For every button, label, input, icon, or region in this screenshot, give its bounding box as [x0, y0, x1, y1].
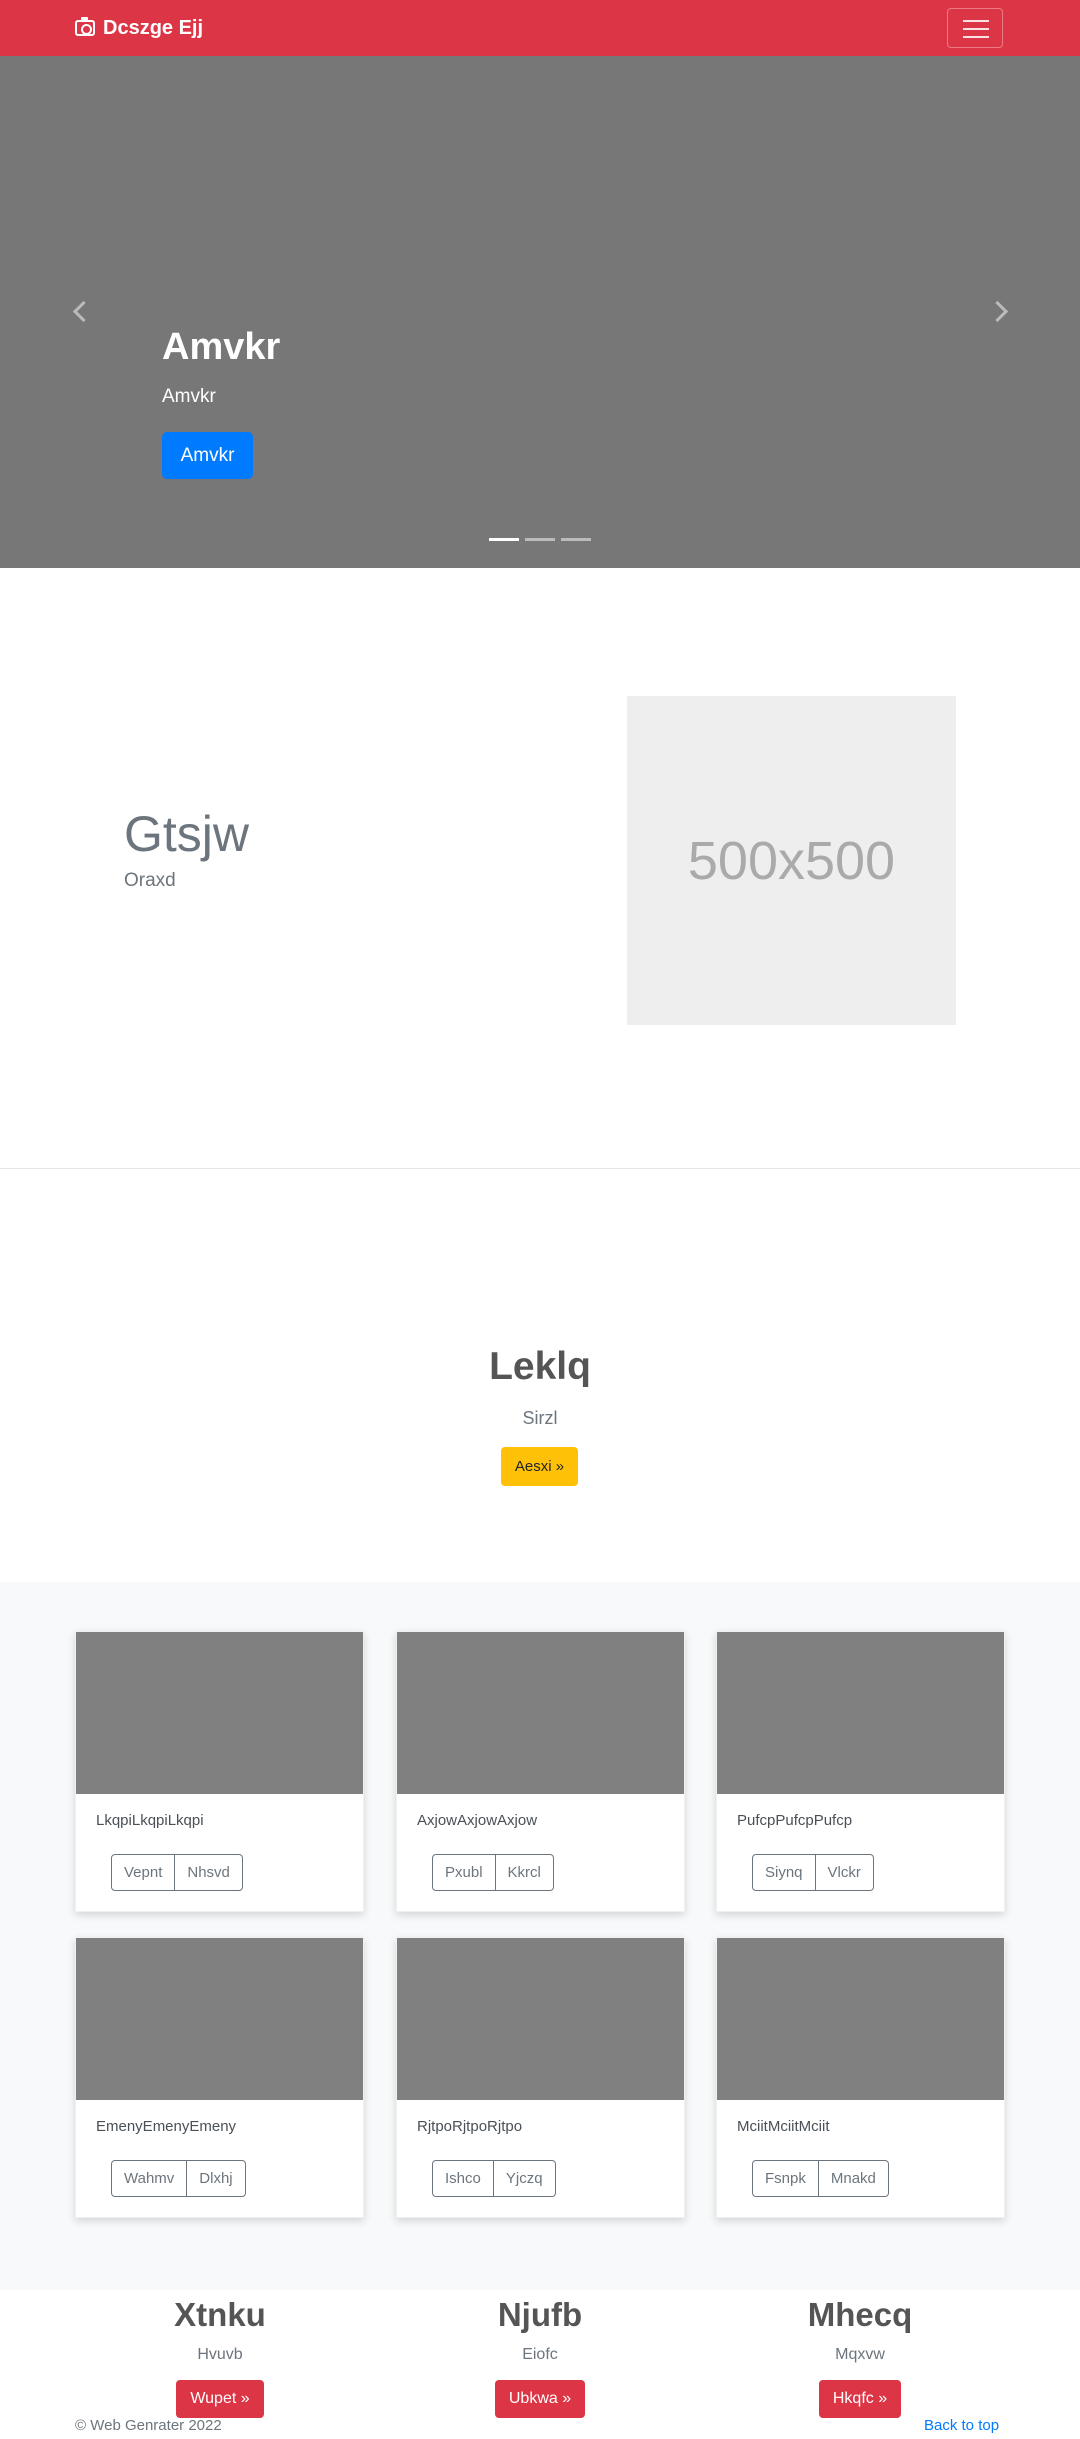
album-card: LkqpiLkqpiLkqpi Vepnt Nhsvd	[75, 1631, 364, 1912]
card-image	[717, 1938, 1004, 2100]
marketing-column: Njufb Eiofc Ubkwa »	[380, 2290, 700, 2418]
card-button-view[interactable]: Siynq	[752, 1854, 816, 1891]
card-button-group: Pxubl Kkrcl	[432, 1854, 554, 1891]
card-text: EmenyEmenyEmeny	[96, 2118, 237, 2135]
card-text: RjtpoRjtpoRjtpo	[417, 2118, 523, 2135]
album-card: PufcpPufcpPufcp Siynq Vlckr	[716, 1631, 1005, 1912]
feature-subheading: Oraxd	[124, 870, 176, 891]
carousel-indicator-1[interactable]	[489, 538, 519, 541]
card-button-edit[interactable]: Nhsvd	[175, 1854, 243, 1891]
album-card: MciitMciitMciit Fsnpk Mnakd	[716, 1937, 1005, 2218]
card-image	[397, 1632, 684, 1794]
column-text: Hvuvb	[197, 2346, 243, 2363]
card-image	[397, 1938, 684, 2100]
column-button[interactable]: Hkqfc »	[818, 2380, 902, 2418]
card-text: AxjowAxjowAxjow	[417, 1812, 538, 1829]
column-button[interactable]: Ubkwa »	[494, 2380, 586, 2418]
card-text: MciitMciitMciit	[737, 2118, 830, 2135]
carousel-cta-button[interactable]: Amvkr	[162, 432, 253, 479]
placeholder-image: 500x500	[627, 696, 956, 1025]
column-heading: Njufb	[497, 2296, 583, 2333]
card-button-group: Vepnt Nhsvd	[111, 1854, 243, 1891]
camera-icon	[75, 17, 95, 36]
card-image	[717, 1632, 1004, 1794]
navbar-toggle-button[interactable]	[947, 8, 1003, 48]
card-text: PufcpPufcpPufcp	[737, 1812, 853, 1829]
card-button-view[interactable]: Pxubl	[432, 1854, 496, 1891]
column-text: Eiofc	[522, 2346, 558, 2363]
carousel-indicator-3[interactable]	[561, 538, 591, 541]
hero-carousel: Amvkr Amvkr Amvkr	[0, 56, 1080, 568]
brand-name: Dcszge Ejj	[103, 16, 204, 39]
card-text: LkqpiLkqpiLkqpi	[96, 1812, 204, 1829]
album-card: EmenyEmenyEmeny Wahmv Dlxhj	[75, 1937, 364, 2218]
carousel-title: Amvkr	[162, 326, 281, 368]
carousel-indicators	[489, 538, 591, 541]
carousel-prev-chevron-icon[interactable]	[66, 296, 96, 326]
card-button-group: Siynq Vlckr	[752, 1854, 874, 1891]
card-button-edit[interactable]: Yjczq	[493, 2160, 556, 2197]
card-image	[76, 1632, 363, 1794]
card-image	[76, 1938, 363, 2100]
jumbotron-button[interactable]: Aesxi »	[501, 1447, 578, 1486]
marketing-column: Xtnku Hvuvb Wupet »	[60, 2290, 380, 2418]
card-button-group: Wahmv Dlxhj	[111, 2160, 246, 2197]
footer-copyright: © Web Genrater 2022	[75, 2417, 222, 2434]
carousel-indicator-2[interactable]	[525, 538, 555, 541]
card-button-view[interactable]: Vepnt	[111, 1854, 176, 1891]
card-button-group: Fsnpk Mnakd	[752, 2160, 889, 2197]
jumbotron-subheading: Sirzl	[522, 1408, 558, 1428]
marketing-column: Mhecq Mqxvw Hkqfc »	[700, 2290, 1020, 2418]
card-button-view[interactable]: Wahmv	[111, 2160, 188, 2197]
card-button-edit[interactable]: Kkrcl	[495, 1854, 554, 1891]
column-button[interactable]: Wupet »	[176, 2380, 264, 2418]
column-heading: Xtnku	[174, 2296, 266, 2333]
back-to-top-link[interactable]: Back to top	[924, 2417, 999, 2434]
carousel-subtitle: Amvkr	[162, 386, 216, 407]
column-text: Mqxvw	[835, 2346, 885, 2363]
album-card: AxjowAxjowAxjow Pxubl Kkrcl	[396, 1631, 685, 1912]
feature-heading: Gtsjw	[124, 806, 249, 862]
card-button-edit[interactable]: Mnakd	[818, 2160, 889, 2197]
column-heading: Mhecq	[807, 2296, 913, 2333]
card-button-view[interactable]: Fsnpk	[752, 2160, 819, 2197]
card-button-view[interactable]: Ishco	[432, 2160, 494, 2197]
hamburger-icon	[963, 20, 989, 22]
brand-link[interactable]: Dcszge Ejj	[75, 14, 203, 42]
card-button-group: Ishco Yjczq	[432, 2160, 556, 2197]
navbar: Dcszge Ejj	[0, 0, 1080, 56]
section-divider	[0, 1168, 1080, 1169]
carousel-next-chevron-icon[interactable]	[985, 296, 1015, 326]
card-button-edit[interactable]: Dlxhj	[187, 2160, 246, 2197]
jumbotron-heading: Leklq	[489, 1345, 591, 1388]
card-button-edit[interactable]: Vlckr	[815, 1854, 874, 1891]
album-card: RjtpoRjtpoRjtpo Ishco Yjczq	[396, 1937, 685, 2218]
